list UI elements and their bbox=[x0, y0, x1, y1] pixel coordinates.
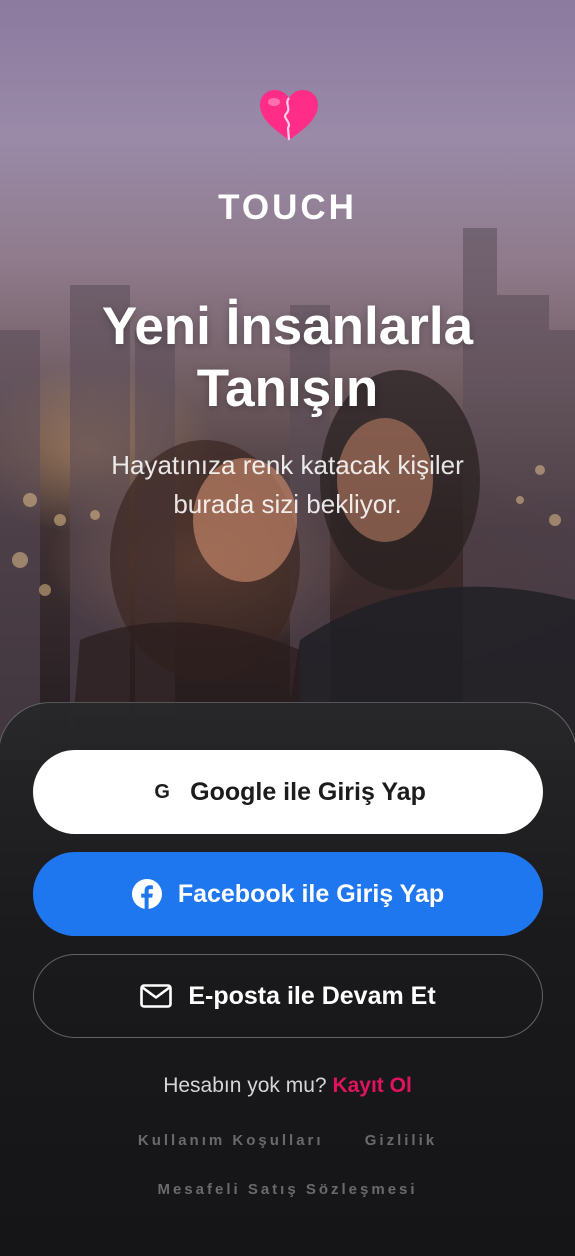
email-continue-label: E-posta ile Devam Et bbox=[188, 981, 436, 1010]
signup-prompt-row: Hesabın yok mu? Kayıt Ol bbox=[0, 1074, 575, 1098]
mail-envelope-icon bbox=[140, 984, 173, 1008]
page-subtitle-line-2: burada sizi bekliyor. bbox=[173, 489, 402, 519]
legal-links-row-2: Mesafeli Satış Sözleşmesi bbox=[0, 1181, 575, 1198]
legal-links-row: Kullanım Koşulları Gizlilik bbox=[0, 1132, 575, 1149]
heart-puzzle-icon bbox=[260, 90, 318, 141]
welcome-screen: TOUCH Yeni İnsanlarla Tanışın Hayatınıza… bbox=[0, 0, 575, 1256]
facebook-login-button[interactable]: Facebook ile Giriş Yap bbox=[33, 852, 543, 936]
facebook-icon bbox=[131, 879, 162, 909]
google-g-icon: G bbox=[154, 780, 170, 803]
page-title: Yeni İnsanlarla Tanışın bbox=[40, 296, 535, 420]
page-subtitle: Hayatınıza renk katacak kişiler burada s… bbox=[60, 446, 515, 524]
sales-contract-link[interactable]: Mesafeli Satış Sözleşmesi bbox=[157, 1181, 417, 1198]
brand-name: TOUCH bbox=[218, 188, 357, 227]
page-subtitle-line-1: Hayatınıza renk katacak kişiler bbox=[111, 450, 464, 480]
email-continue-button[interactable]: E-posta ile Devam Et bbox=[33, 954, 543, 1038]
signup-link[interactable]: Kayıt Ol bbox=[332, 1074, 411, 1097]
facebook-login-label: Facebook ile Giriş Yap bbox=[177, 879, 445, 908]
terms-link[interactable]: Kullanım Koşulları bbox=[138, 1132, 324, 1149]
google-login-button[interactable]: G Google ile Giriş Yap bbox=[33, 750, 543, 834]
page-title-line-2: Tanışın bbox=[196, 359, 379, 418]
privacy-link[interactable]: Gizlilik bbox=[365, 1132, 437, 1149]
signup-prompt-text: Hesabın yok mu? bbox=[163, 1074, 327, 1097]
google-login-label: Google ile Giriş Yap bbox=[190, 777, 426, 806]
page-title-line-1: Yeni İnsanlarla bbox=[101, 297, 474, 356]
